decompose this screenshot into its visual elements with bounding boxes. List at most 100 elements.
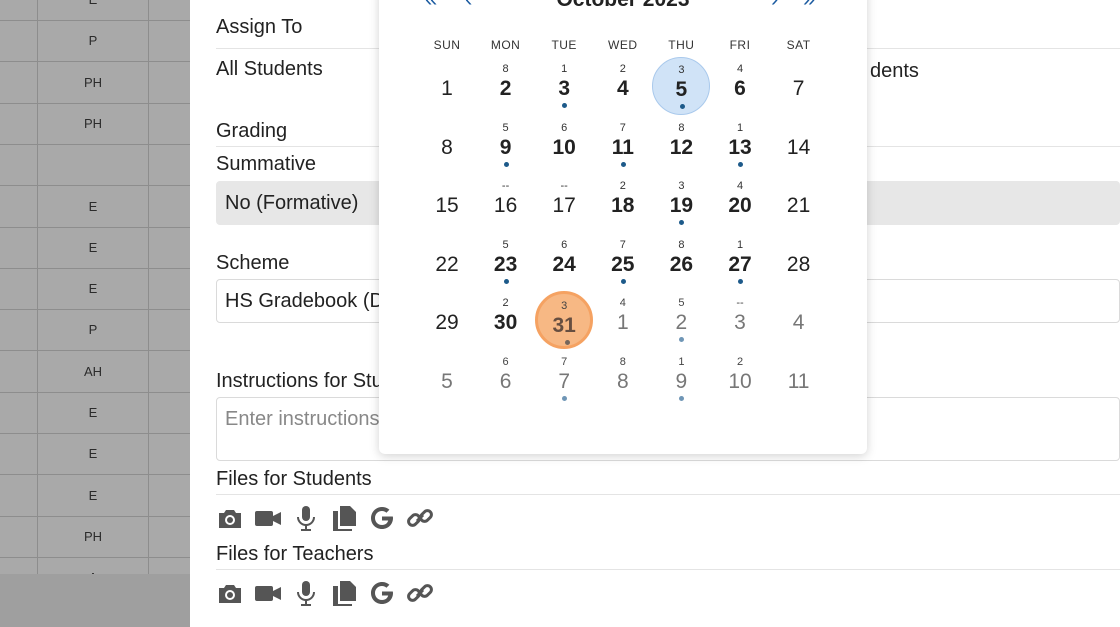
event-dot-indicator bbox=[620, 161, 626, 167]
calendar-day[interactable]: 14 bbox=[770, 116, 828, 174]
day-number: 2 bbox=[675, 311, 688, 335]
calendar-day[interactable]: 6 10 bbox=[535, 116, 593, 174]
microphone-icon[interactable] bbox=[292, 504, 320, 537]
calendar-day[interactable]: 7 11 bbox=[594, 116, 652, 174]
calendar-day[interactable]: 52 bbox=[652, 291, 710, 349]
calendar-day[interactable]: 1 bbox=[418, 57, 476, 115]
documents-icon[interactable] bbox=[330, 579, 358, 612]
spreadsheet-row: E bbox=[0, 187, 190, 228]
calendar-day[interactable]: 21 bbox=[770, 174, 828, 232]
calendar-day[interactable]: 11 bbox=[770, 350, 828, 408]
calendar-day[interactable]: 4 20 bbox=[711, 174, 769, 232]
microphone-icon[interactable] bbox=[292, 579, 320, 612]
weekday-header: SUN bbox=[433, 38, 461, 52]
calendar-day[interactable]: 2 30 bbox=[477, 291, 535, 349]
day-count-label: 2 bbox=[502, 297, 509, 310]
google-icon[interactable] bbox=[368, 504, 396, 537]
all-students-label[interactable]: All Students bbox=[216, 58, 323, 81]
calendar-day[interactable]: 24 bbox=[594, 57, 652, 115]
spreadsheet-row: AH bbox=[0, 352, 190, 393]
calendar-day[interactable]: 22 bbox=[418, 233, 476, 291]
day-count-label: -- bbox=[560, 180, 568, 193]
calendar-day[interactable]: 13 bbox=[535, 57, 593, 115]
calendar-day[interactable]: 19 bbox=[652, 350, 710, 408]
calendar-day[interactable]: 46 bbox=[711, 57, 769, 115]
day-number: 21 bbox=[786, 194, 811, 218]
calendar-day[interactable]: 41 bbox=[594, 291, 652, 349]
attendance-code: E bbox=[38, 0, 148, 7]
calendar-day[interactable]: 29 bbox=[418, 291, 476, 349]
documents-icon[interactable] bbox=[330, 504, 358, 537]
assign-to-label: Assign To bbox=[216, 16, 303, 38]
calendar-day[interactable]: 1 13 bbox=[711, 116, 769, 174]
link-icon[interactable] bbox=[406, 579, 434, 612]
day-number: 5 bbox=[675, 78, 688, 101]
day-count-label: 1 bbox=[678, 356, 685, 368]
day-count-label: 5 bbox=[502, 121, 509, 134]
google-icon[interactable] bbox=[368, 579, 396, 612]
calendar-day[interactable]: 77 bbox=[535, 350, 593, 408]
calendar-day-selected[interactable]: 3 31 bbox=[535, 291, 594, 350]
day-count-label: 3 bbox=[561, 300, 568, 313]
day-number: 27 bbox=[728, 252, 752, 276]
day-number: 15 bbox=[435, 194, 459, 218]
day-number: 8 bbox=[441, 135, 453, 159]
calendar-day[interactable]: 66 bbox=[477, 350, 535, 408]
calendar-day[interactable]: 28 bbox=[770, 233, 828, 291]
next-year-button[interactable]: » bbox=[803, 0, 815, 12]
calendar-day[interactable]: 2 10 bbox=[711, 350, 769, 408]
calendar-day[interactable]: 2 18 bbox=[594, 174, 652, 232]
students-option-label[interactable]: dents bbox=[870, 60, 919, 83]
day-count-label: -- bbox=[736, 297, 744, 310]
calendar-day[interactable]: -- 3 bbox=[711, 291, 769, 349]
spreadsheet-row: E bbox=[0, 393, 190, 434]
calendar-day[interactable]: 8 bbox=[418, 116, 476, 174]
day-number: 30 bbox=[493, 311, 518, 335]
video-icon[interactable] bbox=[254, 579, 282, 612]
calendar-day[interactable]: 6 24 bbox=[535, 233, 593, 291]
calendar-day[interactable]: -- 17 bbox=[535, 174, 593, 232]
next-month-button[interactable]: › bbox=[771, 0, 778, 12]
day-number: 9 bbox=[675, 370, 688, 393]
files-for-teachers-label: Files for Teachers bbox=[216, 543, 374, 565]
calendar-day[interactable]: 15 bbox=[418, 174, 476, 232]
event-dot-indicator bbox=[620, 278, 626, 284]
camera-icon[interactable] bbox=[216, 579, 244, 612]
weekday-header: TUE bbox=[551, 38, 577, 52]
calendar-day[interactable]: 8 26 bbox=[652, 233, 710, 291]
calendar-day[interactable]: 5 bbox=[418, 350, 476, 408]
link-icon[interactable] bbox=[406, 504, 434, 537]
day-number: 17 bbox=[552, 194, 576, 218]
student-files-toolbar bbox=[216, 504, 434, 537]
day-number: 13 bbox=[728, 135, 752, 159]
day-number: 23 bbox=[493, 252, 518, 276]
attendance-code: E bbox=[88, 239, 98, 255]
calendar-day[interactable]: 1 27 bbox=[711, 233, 769, 291]
day-count-label: 4 bbox=[736, 63, 744, 75]
spreadsheet-row: E bbox=[0, 476, 190, 517]
calendar-day[interactable]: 4 bbox=[770, 291, 828, 349]
calendar-day[interactable]: 8 12 bbox=[652, 116, 710, 174]
day-number: 10 bbox=[728, 370, 752, 393]
calendar-day[interactable]: 5 23 bbox=[477, 233, 535, 291]
calendar-day[interactable]: 88 bbox=[594, 350, 652, 408]
date-picker-popup: « ‹ October 2023 › » SUNMONTUEWEDTHUFRIS… bbox=[379, 0, 867, 454]
attendance-code: E bbox=[88, 487, 98, 503]
calendar-day[interactable]: 3 19 bbox=[652, 174, 710, 232]
attendance-code: PH bbox=[83, 74, 103, 90]
calendar-day-today[interactable]: 35 bbox=[652, 57, 711, 115]
calendar-day[interactable]: 82 bbox=[477, 57, 535, 115]
video-icon[interactable] bbox=[254, 504, 282, 537]
calendar-day[interactable]: -- 16 bbox=[477, 174, 535, 232]
day-number: 3 bbox=[734, 311, 746, 335]
day-number: 4 bbox=[792, 311, 805, 335]
calendar-day[interactable]: 7 25 bbox=[594, 233, 652, 291]
spreadsheet-footer bbox=[0, 574, 190, 627]
calendar-day[interactable]: 7 bbox=[770, 57, 828, 115]
spreadsheet-background: EPPHPHEEEPAHEEEPHA bbox=[0, 0, 190, 600]
spreadsheet-row: PH bbox=[0, 63, 190, 104]
camera-icon[interactable] bbox=[216, 504, 244, 537]
attendance-code: P bbox=[88, 322, 98, 338]
calendar-day[interactable]: 59 bbox=[477, 116, 535, 174]
day-count-label: 8 bbox=[619, 356, 626, 368]
